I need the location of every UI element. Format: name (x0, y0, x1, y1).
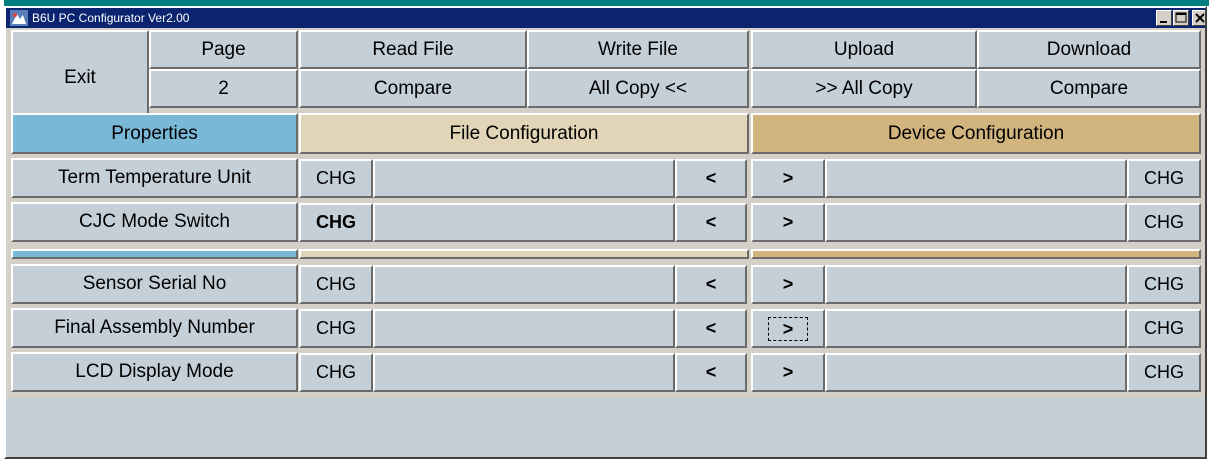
client-area: Exit Page 2 Read File Write File Upload … (6, 28, 1205, 457)
copy-to-device-button-lcd-display-mode[interactable]: > (751, 353, 825, 392)
properties-header: Properties (11, 113, 298, 154)
file-value-cjc-mode-switch (373, 203, 675, 242)
app-logo-icon (10, 10, 28, 26)
device-value-term-temperature-unit (825, 159, 1127, 198)
chg-button-device-cjc-mode-switch[interactable]: CHG (1127, 203, 1201, 242)
copy-to-device-button-cjc-mode-switch[interactable]: > (751, 203, 825, 242)
chg-button-device-term-temperature-unit[interactable]: CHG (1127, 159, 1201, 198)
close-icon[interactable] (1192, 10, 1205, 26)
chg-button-file-final-assembly-number[interactable]: CHG (299, 309, 373, 348)
property-label-final-assembly-number: Final Assembly Number (11, 308, 298, 348)
exit-button[interactable]: Exit (11, 30, 149, 126)
file-value-final-assembly-number (373, 309, 675, 348)
focus-label: > (767, 316, 809, 341)
property-label-cjc-mode-switch: CJC Mode Switch (11, 202, 298, 242)
copy-to-file-button-sensor-serial-no[interactable]: < (675, 265, 747, 304)
chg-button-file-lcd-display-mode[interactable]: CHG (299, 353, 373, 392)
chg-button-file-sensor-serial-no[interactable]: CHG (299, 265, 373, 304)
all-copy-left-button[interactable]: All Copy << (527, 69, 749, 108)
page-label: Page (149, 30, 298, 69)
separator-file (299, 249, 749, 259)
compare-right-button[interactable]: Compare (977, 69, 1201, 108)
copy-to-file-button-term-temperature-unit[interactable]: < (675, 159, 747, 198)
copy-to-file-button-cjc-mode-switch[interactable]: < (675, 203, 747, 242)
separator-properties (11, 249, 298, 259)
property-label-lcd-display-mode: LCD Display Mode (11, 352, 298, 392)
chg-button-file-cjc-mode-switch[interactable]: CHG (299, 203, 373, 242)
empty-panel-area (6, 398, 1205, 457)
chg-button-device-final-assembly-number[interactable]: CHG (1127, 309, 1201, 348)
app-window: B6U PC Configurator Ver2.00 Exit Page 2 … (4, 6, 1207, 459)
maximize-icon[interactable] (1173, 10, 1189, 26)
copy-to-file-button-lcd-display-mode[interactable]: < (675, 353, 747, 392)
page-number: 2 (149, 69, 298, 108)
minimize-icon[interactable] (1156, 10, 1172, 26)
copy-to-device-button-sensor-serial-no[interactable]: > (751, 265, 825, 304)
copy-to-device-button-final-assembly-number[interactable]: > (751, 309, 825, 348)
copy-to-device-button-term-temperature-unit[interactable]: > (751, 159, 825, 198)
file-value-lcd-display-mode (373, 353, 675, 392)
file-value-sensor-serial-no (373, 265, 675, 304)
device-value-cjc-mode-switch (825, 203, 1127, 242)
chg-button-file-term-temperature-unit[interactable]: CHG (299, 159, 373, 198)
device-configuration-header: Device Configuration (751, 113, 1201, 154)
chg-button-device-lcd-display-mode[interactable]: CHG (1127, 353, 1201, 392)
property-label-term-temperature-unit: Term Temperature Unit (11, 158, 298, 198)
copy-to-file-button-final-assembly-number[interactable]: < (675, 309, 747, 348)
title-bar[interactable]: B6U PC Configurator Ver2.00 (6, 8, 1205, 28)
device-value-lcd-display-mode (825, 353, 1127, 392)
chg-button-device-sensor-serial-no[interactable]: CHG (1127, 265, 1201, 304)
read-file-button[interactable]: Read File (299, 30, 527, 69)
download-button[interactable]: Download (977, 30, 1201, 69)
file-value-term-temperature-unit (373, 159, 675, 198)
compare-left-button[interactable]: Compare (299, 69, 527, 108)
write-file-button[interactable]: Write File (527, 30, 749, 69)
upload-button[interactable]: Upload (751, 30, 977, 69)
file-configuration-header: File Configuration (299, 113, 749, 154)
all-copy-right-button[interactable]: >> All Copy (751, 69, 977, 108)
property-label-sensor-serial-no: Sensor Serial No (11, 264, 298, 304)
window-title: B6U PC Configurator Ver2.00 (32, 11, 190, 25)
device-value-sensor-serial-no (825, 265, 1127, 304)
separator-device (751, 249, 1201, 259)
device-value-final-assembly-number (825, 309, 1127, 348)
